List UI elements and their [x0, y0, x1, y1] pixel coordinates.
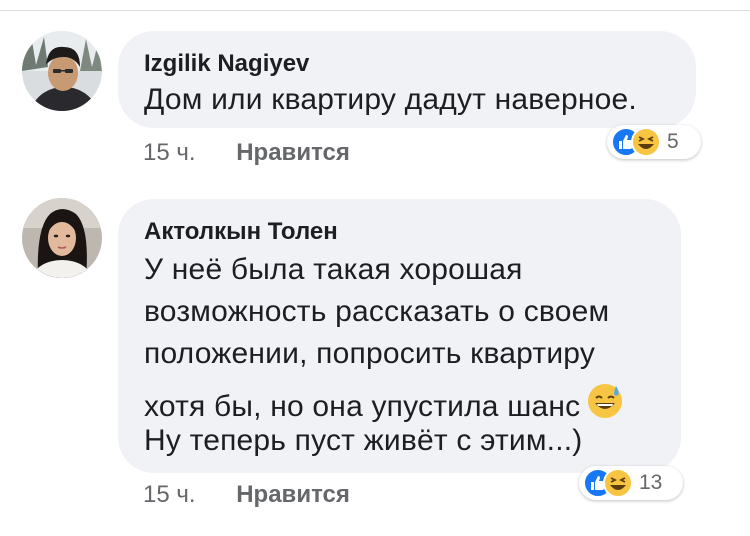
comment-meta: 15 ч. Нравится [143, 481, 350, 509]
sweat-smile-icon [588, 384, 623, 418]
avatar[interactable] [22, 198, 102, 278]
top-divider [0, 10, 750, 11]
comment-meta: 15 ч. Нравится [143, 139, 350, 167]
reactions-summary[interactable]: 13 [579, 466, 683, 500]
comment-text-line: Ну теперь пуст живёт с этим...) [144, 424, 583, 457]
reaction-count: 5 [667, 130, 679, 153]
comment-text-line: возможность рассказать о своем [144, 295, 610, 328]
laugh-icon [603, 468, 633, 498]
reaction-count: 13 [639, 471, 663, 494]
like-button[interactable]: Нравится [236, 139, 350, 166]
comment-author[interactable]: Izgilik Nagiyev [144, 50, 309, 78]
avatar[interactable] [22, 31, 102, 111]
avatar-image-woman [22, 198, 102, 278]
reactions-summary[interactable]: 5 [607, 125, 701, 159]
comment-text: Дом или квартиру дадут наверное. [144, 83, 637, 116]
comment-time[interactable]: 15 ч. [143, 481, 196, 508]
comment-text-line: хотя бы, но она упустила шанс [144, 382, 624, 424]
laugh-icon [631, 127, 661, 157]
comment-time[interactable]: 15 ч. [143, 139, 196, 166]
comment-author[interactable]: Актолкын Толен [144, 218, 338, 246]
avatar-image-man-winter [22, 31, 102, 111]
comment-text-line: У неё была такая хорошая [144, 253, 523, 286]
like-button[interactable]: Нравится [236, 481, 350, 508]
comment-text-line: положении, попросить квартиру [144, 337, 596, 370]
